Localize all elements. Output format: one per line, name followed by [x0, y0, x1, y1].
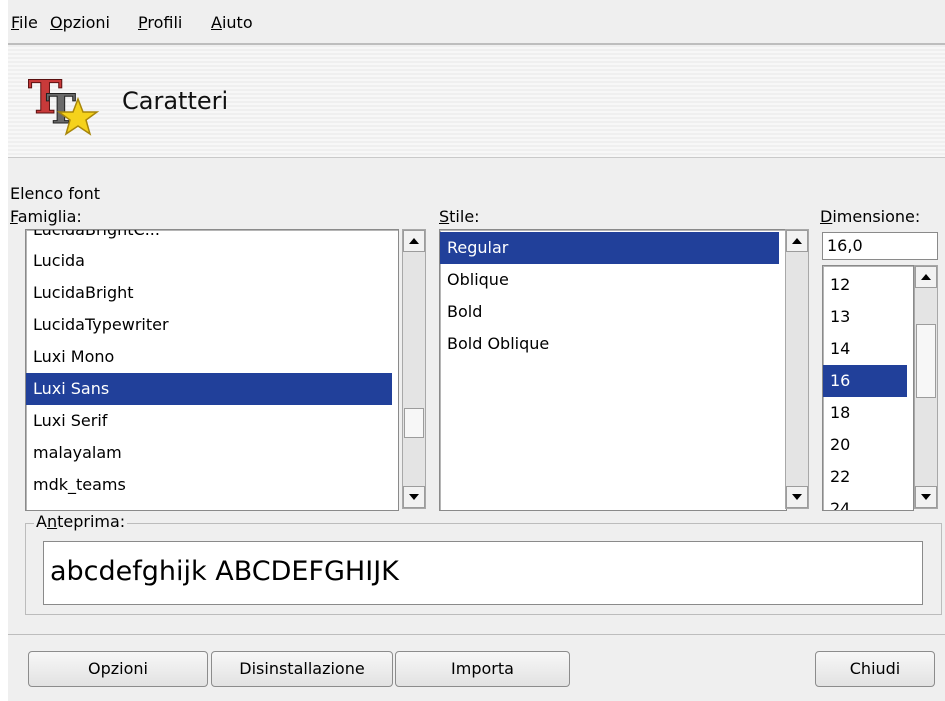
- size-input[interactable]: 16,0: [822, 232, 938, 260]
- menu-options[interactable]: Opzioni: [50, 13, 110, 32]
- size-item[interactable]: 22: [823, 461, 850, 493]
- page-title: Caratteri: [122, 87, 229, 115]
- style-scrollbar[interactable]: [785, 229, 809, 509]
- style-item-selected[interactable]: Regular: [440, 232, 779, 264]
- family-label: Famiglia:: [10, 207, 82, 226]
- menu-file-mnemonic: F: [11, 13, 20, 32]
- scroll-up-button[interactable]: [403, 230, 425, 252]
- family-item-selected[interactable]: Luxi Sans: [26, 373, 392, 405]
- uninstall-button[interactable]: Disinstallazione: [211, 651, 393, 687]
- import-button[interactable]: Importa: [395, 651, 570, 687]
- menu-options-label: pzioni: [62, 13, 110, 32]
- preview-label: Anteprima:: [34, 512, 128, 531]
- style-item[interactable]: Bold: [440, 296, 482, 328]
- preview-group: Anteprima: abcdefghijk ABCDEFGHIJK: [25, 512, 942, 615]
- menu-help[interactable]: Aiuto: [211, 13, 253, 32]
- family-item[interactable]: LucidaBright: [26, 277, 134, 309]
- style-label-text: tile:: [449, 207, 480, 226]
- bottom-separator: [8, 634, 945, 635]
- family-list[interactable]: LucidaBrightC... Lucida LucidaBright Luc…: [25, 229, 399, 511]
- size-item[interactable]: 14: [823, 333, 850, 365]
- size-list[interactable]: 12 13 14 16 18 20 22 24: [822, 265, 914, 511]
- preview-label-text: teprima:: [57, 512, 126, 531]
- size-label: Dimensione:: [820, 207, 920, 226]
- menu-options-mnemonic: O: [50, 13, 63, 32]
- menu-profiles-mnemonic: P: [138, 13, 148, 32]
- size-label-mnemonic: D: [820, 207, 833, 226]
- menu-file[interactable]: File: [11, 13, 38, 32]
- preview-label-start: A: [36, 512, 47, 531]
- scrollbar-thumb[interactable]: [404, 408, 424, 438]
- scroll-up-button[interactable]: [786, 230, 808, 252]
- arrow-up-icon: [921, 274, 931, 280]
- style-item[interactable]: Bold Oblique: [440, 328, 549, 360]
- size-item[interactable]: 20: [823, 429, 850, 461]
- family-label-mnemonic: F: [10, 207, 18, 226]
- size-item[interactable]: 13: [823, 301, 850, 333]
- preview-label-mnemonic: n: [46, 512, 58, 531]
- size-item[interactable]: 18: [823, 397, 850, 429]
- arrow-down-icon: [409, 494, 419, 500]
- options-button[interactable]: Opzioni: [28, 651, 208, 687]
- family-item[interactable]: Luxi Mono: [26, 341, 114, 373]
- arrow-up-icon: [409, 238, 419, 244]
- size-item[interactable]: 24: [823, 493, 850, 510]
- scroll-down-button[interactable]: [915, 486, 937, 508]
- fonts-tt-star-icon: T T: [28, 70, 100, 136]
- family-label-text: amiglia:: [17, 207, 82, 226]
- family-item[interactable]: LucidaTypewriter: [26, 309, 169, 341]
- arrow-down-icon: [921, 494, 931, 500]
- menu-profiles[interactable]: Profili: [138, 13, 182, 32]
- preview-text: abcdefghijk ABCDEFGHIJK: [43, 541, 923, 605]
- menu-file-label: ile: [19, 13, 38, 32]
- menu-help-mnemonic: A: [211, 13, 222, 32]
- banner-separator: [8, 157, 945, 158]
- header-banner: T T Caratteri: [8, 45, 945, 157]
- fonts-window: File Opzioni Profili Aiuto T T Caratteri…: [8, 0, 945, 701]
- arrow-down-icon: [792, 494, 802, 500]
- menu-profiles-label: rofili: [147, 13, 183, 32]
- size-scrollbar[interactable]: [914, 265, 938, 509]
- style-item[interactable]: Oblique: [440, 264, 509, 296]
- size-item-selected[interactable]: 16: [823, 365, 907, 397]
- menubar: File Opzioni Profili Aiuto: [8, 0, 945, 45]
- family-item[interactable]: malayalam: [26, 437, 122, 469]
- scroll-down-button[interactable]: [786, 486, 808, 508]
- close-button[interactable]: Chiudi: [815, 651, 935, 687]
- scrollbar-thumb[interactable]: [916, 324, 936, 398]
- family-item[interactable]: Lucida: [26, 245, 85, 277]
- family-item[interactable]: Luxi Serif: [26, 405, 107, 437]
- menu-help-label: iuto: [221, 13, 253, 32]
- scroll-down-button[interactable]: [403, 486, 425, 508]
- arrow-up-icon: [792, 238, 802, 244]
- family-item-partial[interactable]: LucidaBrightC...: [26, 230, 160, 246]
- size-label-text: imensione:: [832, 207, 921, 226]
- family-scrollbar[interactable]: [402, 229, 426, 509]
- style-label-mnemonic: S: [439, 207, 450, 226]
- font-list-section-label: Elenco font: [10, 184, 101, 203]
- style-list[interactable]: Regular Oblique Bold Bold Oblique: [439, 229, 787, 511]
- scroll-up-button[interactable]: [915, 266, 937, 288]
- size-item[interactable]: 12: [823, 269, 850, 301]
- style-label: Stile:: [439, 207, 480, 226]
- family-item[interactable]: mdk_teams: [26, 469, 126, 501]
